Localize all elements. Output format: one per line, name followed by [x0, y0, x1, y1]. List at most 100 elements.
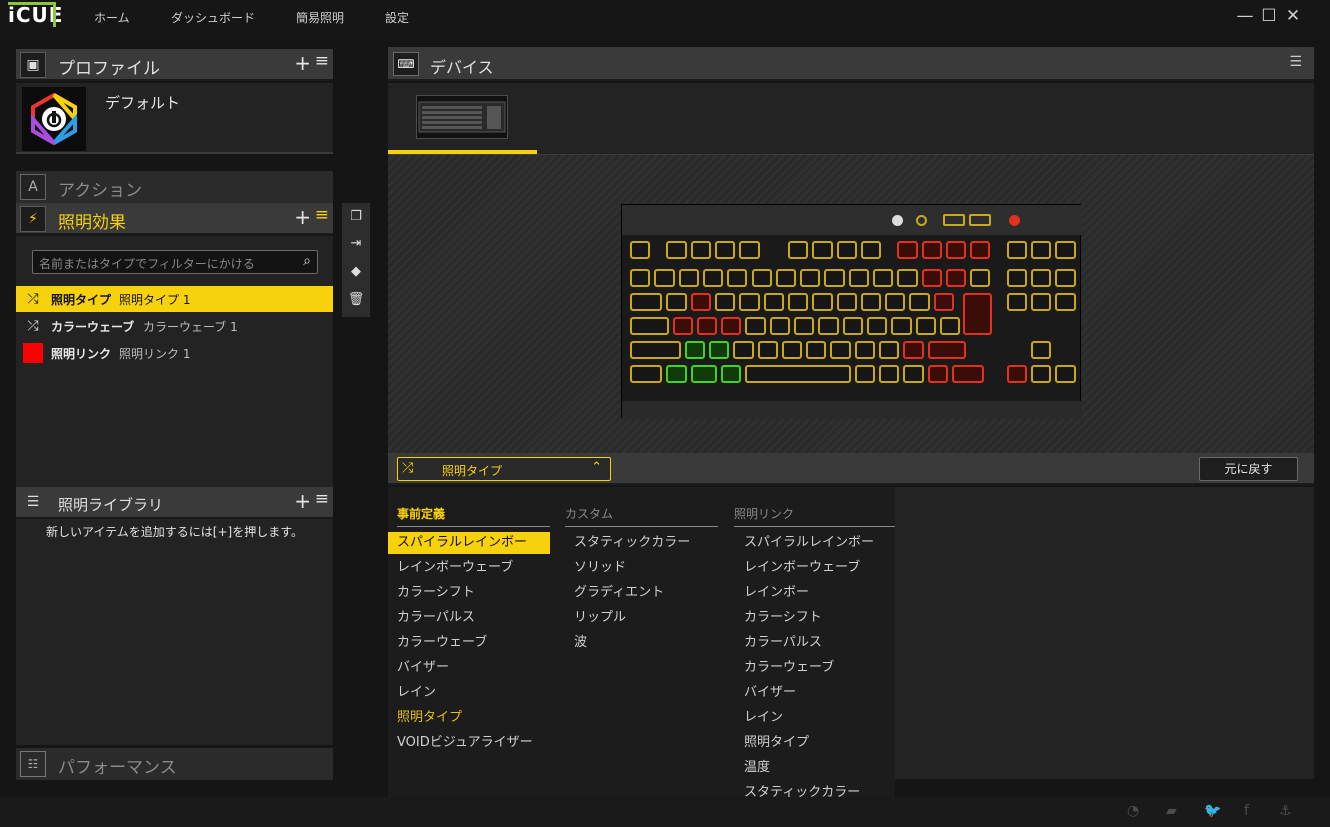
- corsair-icon[interactable]: ⚓: [1279, 803, 1292, 819]
- menu-item-wave[interactable]: 波: [574, 632, 587, 654]
- keyboard-key[interactable]: [739, 293, 760, 311]
- add-profile-button[interactable]: +: [294, 51, 311, 75]
- keyboard-key[interactable]: [702, 269, 724, 287]
- profile-name[interactable]: デフォルト: [105, 92, 180, 113]
- keyboard-key[interactable]: [678, 269, 699, 287]
- profile-menu-button[interactable]: ≡: [315, 51, 329, 71]
- menu-item-link-rainbow-wave[interactable]: レインボーウェーブ: [744, 557, 860, 579]
- keyboard-key[interactable]: [763, 293, 784, 311]
- keyboard-key[interactable]: [1055, 365, 1076, 383]
- menu-item-link-lighting-type[interactable]: 照明タイプ: [744, 732, 809, 754]
- nav-home[interactable]: ホーム: [94, 9, 130, 26]
- add-effect-button[interactable]: +: [294, 205, 311, 229]
- keyboard-key[interactable]: [690, 293, 712, 311]
- minimize-button[interactable]: —: [1235, 6, 1255, 26]
- order-icon[interactable]: ◆: [342, 264, 370, 279]
- keyboard-key[interactable]: [842, 317, 863, 335]
- keyboard-key[interactable]: [915, 317, 936, 335]
- menu-item-link-color-pulse[interactable]: カラーパルス: [744, 632, 822, 654]
- keyboard-key[interactable]: [1030, 341, 1052, 359]
- keyboard-key[interactable]: [945, 241, 967, 259]
- keyboard-key[interactable]: [751, 269, 772, 287]
- keyboard-key[interactable]: [830, 341, 851, 359]
- keyboard-key[interactable]: [666, 241, 687, 259]
- keyboard-key[interactable]: [860, 293, 882, 311]
- keyboard-key[interactable]: [891, 317, 912, 335]
- keyboard-key[interactable]: [769, 317, 791, 335]
- facebook-icon[interactable]: f: [1244, 803, 1249, 819]
- keyboard-key[interactable]: [1030, 269, 1052, 287]
- keyboard-key[interactable]: [909, 293, 930, 311]
- performance-header[interactable]: ☷ パフォーマンス: [16, 748, 333, 780]
- keyboard-key[interactable]: [739, 241, 760, 259]
- menu-item-color-pulse[interactable]: カラーパルス: [397, 607, 475, 629]
- list-view-icon[interactable]: ☰: [1289, 54, 1302, 70]
- maximize-button[interactable]: ☐: [1259, 6, 1279, 26]
- keyboard-key[interactable]: [690, 365, 718, 383]
- effects-menu-button[interactable]: ≡: [315, 205, 329, 225]
- keyboard-key[interactable]: [903, 365, 924, 383]
- keyboard-key[interactable]: [1055, 293, 1076, 311]
- keyboard-key[interactable]: [721, 365, 742, 383]
- menu-item-ripple[interactable]: リップル: [574, 607, 626, 629]
- keyboard-key[interactable]: [939, 317, 961, 335]
- menu-item-static-color[interactable]: スタティックカラー: [574, 532, 690, 554]
- keyboard-key[interactable]: [745, 317, 766, 335]
- nav-instant-lighting[interactable]: 簡易照明: [296, 9, 344, 26]
- keyboard-key[interactable]: [666, 365, 687, 383]
- keyboard-key[interactable]: [800, 269, 821, 287]
- chat-icon[interactable]: ▰: [1166, 803, 1177, 819]
- keyboard-key[interactable]: [927, 365, 948, 383]
- keyboard-key[interactable]: [630, 317, 669, 335]
- keyboard-key[interactable]: [787, 293, 809, 311]
- keyboard-key[interactable]: [879, 365, 900, 383]
- menu-item-rainbow-wave[interactable]: レインボーウェーブ: [397, 557, 513, 579]
- menu-item-void-visualizer[interactable]: VOIDビジュアライザー: [397, 732, 533, 754]
- keyboard-key[interactable]: [951, 365, 985, 383]
- keyboard-device-thumbnail[interactable]: [416, 95, 508, 139]
- trash-icon[interactable]: 🗑: [342, 292, 370, 307]
- keyboard-key[interactable]: [1030, 365, 1052, 383]
- keyboard-key[interactable]: [690, 241, 712, 259]
- keyboard-key[interactable]: [721, 317, 742, 335]
- keyboard-key[interactable]: [921, 241, 942, 259]
- keyboard-key[interactable]: [1006, 365, 1027, 383]
- keyboard-key[interactable]: [921, 269, 942, 287]
- close-button[interactable]: ✕: [1283, 6, 1303, 26]
- twitter-icon[interactable]: 🐦: [1204, 803, 1221, 819]
- keyboard-key[interactable]: [879, 341, 900, 359]
- keyboard-key[interactable]: [848, 269, 869, 287]
- keyboard-key[interactable]: [866, 317, 888, 335]
- keyboard-key[interactable]: [897, 241, 918, 259]
- default-profile-icon[interactable]: [22, 87, 86, 151]
- mute-button[interactable]: [943, 214, 965, 226]
- keyboard-key[interactable]: [630, 365, 663, 383]
- keyboard-preview[interactable]: [621, 204, 1082, 419]
- keyboard-key[interactable]: [812, 293, 833, 311]
- keyboard-key[interactable]: [854, 365, 876, 383]
- menu-item-rain[interactable]: レイン: [397, 682, 436, 704]
- keyboard-key[interactable]: [806, 341, 827, 359]
- library-menu-button[interactable]: ≡: [315, 489, 329, 509]
- effect-item-lighting-type[interactable]: ⤮ 照明タイプ 照明タイプ 1: [16, 286, 333, 312]
- menu-item-link-color-wave[interactable]: カラーウェーブ: [744, 657, 834, 679]
- keyboard-key[interactable]: [860, 241, 882, 259]
- copy-icon[interactable]: ❐: [342, 209, 370, 224]
- menu-item-solid[interactable]: ソリッド: [574, 557, 626, 579]
- media-button[interactable]: [969, 214, 991, 226]
- keyboard-key[interactable]: [885, 293, 906, 311]
- keyboard-key[interactable]: [836, 241, 857, 259]
- keyboard-key[interactable]: [630, 293, 663, 311]
- keyboard-key[interactable]: [818, 317, 839, 335]
- nav-dashboard[interactable]: ダッシュボード: [171, 9, 255, 26]
- keyboard-key[interactable]: [630, 241, 651, 259]
- menu-item-link-temperature[interactable]: 温度: [744, 757, 770, 779]
- keyboard-key[interactable]: [927, 341, 967, 359]
- keyboard-key[interactable]: [733, 341, 754, 359]
- keyboard-key[interactable]: [873, 269, 894, 287]
- keyboard-key[interactable]: [630, 341, 681, 359]
- keyboard-key[interactable]: [708, 341, 730, 359]
- menu-item-link-visor[interactable]: バイザー: [744, 682, 796, 704]
- gauge-icon[interactable]: ◔: [1127, 803, 1139, 819]
- keyboard-key[interactable]: [1030, 241, 1052, 259]
